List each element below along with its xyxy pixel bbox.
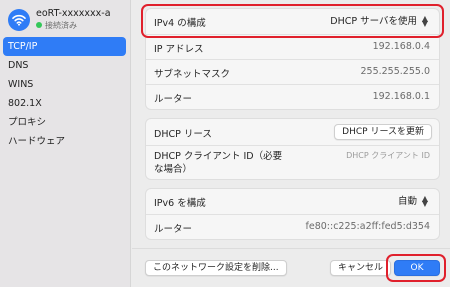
dhcp-client-id-label-line1: DHCP クライアント ID（必要 (154, 151, 283, 162)
sidebar: eoRT-xxxxxxx-a 接続済み TCP/IP DNS WINS 802.… (0, 0, 131, 287)
footer-divider (132, 248, 450, 249)
sidebar-item-tcpip[interactable]: TCP/IP (3, 37, 126, 56)
dhcp-client-id-label: DHCP クライアント ID（必要 な場合） (154, 150, 282, 176)
dhcp-lease-label: DHCP リース (154, 129, 212, 140)
subnet-mask-label: サブネットマスク (154, 69, 231, 80)
chevron-updown-icon: ▲ ▼ (421, 194, 429, 208)
ipv6-router-label: ルーター (154, 224, 193, 235)
subnet-mask-value: 255.255.255.0 (360, 66, 430, 77)
network-status: 接続済み (36, 20, 77, 31)
dhcp-client-id-row: DHCP クライアント ID（必要 な場合） DHCP クライアント ID (146, 145, 439, 179)
dhcp-client-id-label-line2: な場合） (154, 164, 193, 175)
connected-status-dot-icon (36, 22, 42, 28)
dhcp-group: DHCP リース DHCP リースを更新 DHCP クライアント ID（必要 な場… (145, 118, 440, 180)
dhcp-lease-row: DHCP リース DHCP リースを更新 (146, 119, 439, 145)
ip-address-value: 192.168.0.4 (372, 41, 430, 52)
sidebar-item-hardware[interactable]: ハードウェア (3, 132, 126, 151)
ipv6-router-row: ルーター fe80::c225:a2ff:fed5:d354 (146, 214, 439, 239)
network-status-text: 接続済み (45, 21, 77, 30)
ipv6-group: IPv6 を構成 自動 ▲ ▼ ルーター fe80::c225:a2ff:fed5… (145, 188, 440, 240)
wifi-icon (8, 9, 30, 31)
ipv4-config-highlight (141, 4, 444, 38)
router-label: ルーター (154, 94, 193, 105)
subnet-mask-row: サブネットマスク 255.255.255.0 (146, 59, 439, 84)
ipv6-config-popup[interactable]: 自動 ▲ ▼ (392, 193, 433, 210)
renew-dhcp-lease-button[interactable]: DHCP リースを更新 (334, 124, 432, 140)
sidebar-item-proxy[interactable]: プロキシ (3, 113, 126, 132)
cancel-button[interactable]: キャンセル (330, 260, 392, 276)
sidebar-item-dns[interactable]: DNS (3, 56, 126, 75)
sidebar-item-wins[interactable]: WINS (3, 75, 126, 94)
sidebar-list: TCP/IP DNS WINS 802.1X プロキシ ハードウェア (3, 37, 126, 151)
tcpip-pane: IPv4 の構成 DHCP サーバを使用 ▲ ▼ IP アドレス 192.168.… (132, 0, 450, 287)
ipv6-config-value: 自動 (397, 196, 417, 207)
delete-network-settings-button[interactable]: このネットワーク設定を削除... (145, 260, 287, 276)
ok-button-highlight (386, 254, 446, 282)
network-header: eoRT-xxxxxxx-a 接続済み (6, 7, 126, 33)
ipv6-config-label: IPv6 を構成 (154, 198, 206, 209)
ipv6-router-value: fe80::c225:a2ff:fed5:d354 (305, 221, 430, 232)
router-value: 192.168.0.1 (372, 91, 430, 102)
router-row: ルーター 192.168.0.1 (146, 84, 439, 109)
network-name: eoRT-xxxxxxx-a (36, 8, 111, 19)
network-settings-window: eoRT-xxxxxxx-a 接続済み TCP/IP DNS WINS 802.… (0, 0, 450, 287)
ipv6-config-row: IPv6 を構成 自動 ▲ ▼ (146, 189, 439, 214)
sidebar-item-8021x[interactable]: 802.1X (3, 94, 126, 113)
ip-address-label: IP アドレス (154, 44, 204, 55)
dhcp-client-id-input[interactable]: DHCP クライアント ID (346, 150, 430, 161)
